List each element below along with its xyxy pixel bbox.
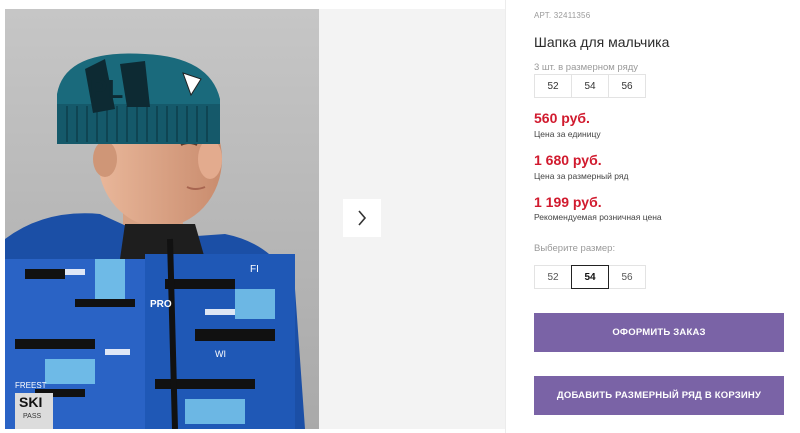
size-selector: 52 54 56 xyxy=(534,265,646,289)
product-info: АРТ. 32411356 Шапка для мальчика 3 шт. в… xyxy=(534,0,794,433)
jacket-print-2: PRO xyxy=(150,299,172,310)
size-option-54[interactable]: 54 xyxy=(571,265,609,289)
ski-pass-badge-bottom: PASS xyxy=(23,413,42,420)
unit-price-label: Цена за единицу xyxy=(534,129,601,139)
article-number: АРТ. 32411356 xyxy=(534,11,591,20)
unit-price: 560 руб. xyxy=(534,110,590,126)
choose-size-label: Выберите размер: xyxy=(534,243,616,254)
size-row-caption: 3 шт. в размерном ряду xyxy=(534,62,639,73)
place-order-button[interactable]: ОФОРМИТЬ ЗАКАЗ xyxy=(534,313,784,352)
ski-pass-badge-top: SKI xyxy=(19,394,43,410)
size-option-56[interactable]: 56 xyxy=(608,265,646,289)
add-size-row-to-cart-button[interactable]: ДОБАВИТЬ РАЗМЕРНЫЙ РЯД В КОРЗИНУ xyxy=(534,376,784,415)
product-title: Шапка для мальчика xyxy=(534,34,670,50)
jacket-print-3: WI xyxy=(215,349,226,359)
size-row-cell: 52 xyxy=(534,74,572,98)
hat-print: PL xyxy=(90,74,124,104)
size-row-cell: 56 xyxy=(608,74,646,98)
product-gallery: SKI PASS FREEST PRO WI PL FI xyxy=(0,0,506,433)
product-photo-illustration xyxy=(5,9,319,429)
size-row-cell: 54 xyxy=(571,74,609,98)
retail-price-label: Рекомендуемая розничная цена xyxy=(534,212,662,222)
chevron-right-icon xyxy=(358,210,367,226)
product-photo[interactable]: SKI PASS FREEST PRO WI PL FI xyxy=(5,9,319,429)
row-price: 1 680 руб. xyxy=(534,152,602,168)
retail-price: 1 199 руб. xyxy=(534,194,602,210)
jacket-print-1: FREEST xyxy=(15,381,47,390)
row-price-label: Цена за размерный ряд xyxy=(534,171,629,181)
size-option-52[interactable]: 52 xyxy=(534,265,572,289)
size-row: 52 54 56 xyxy=(534,74,646,98)
next-photo-button[interactable] xyxy=(343,199,381,237)
jacket-print-4: FI xyxy=(250,264,259,275)
